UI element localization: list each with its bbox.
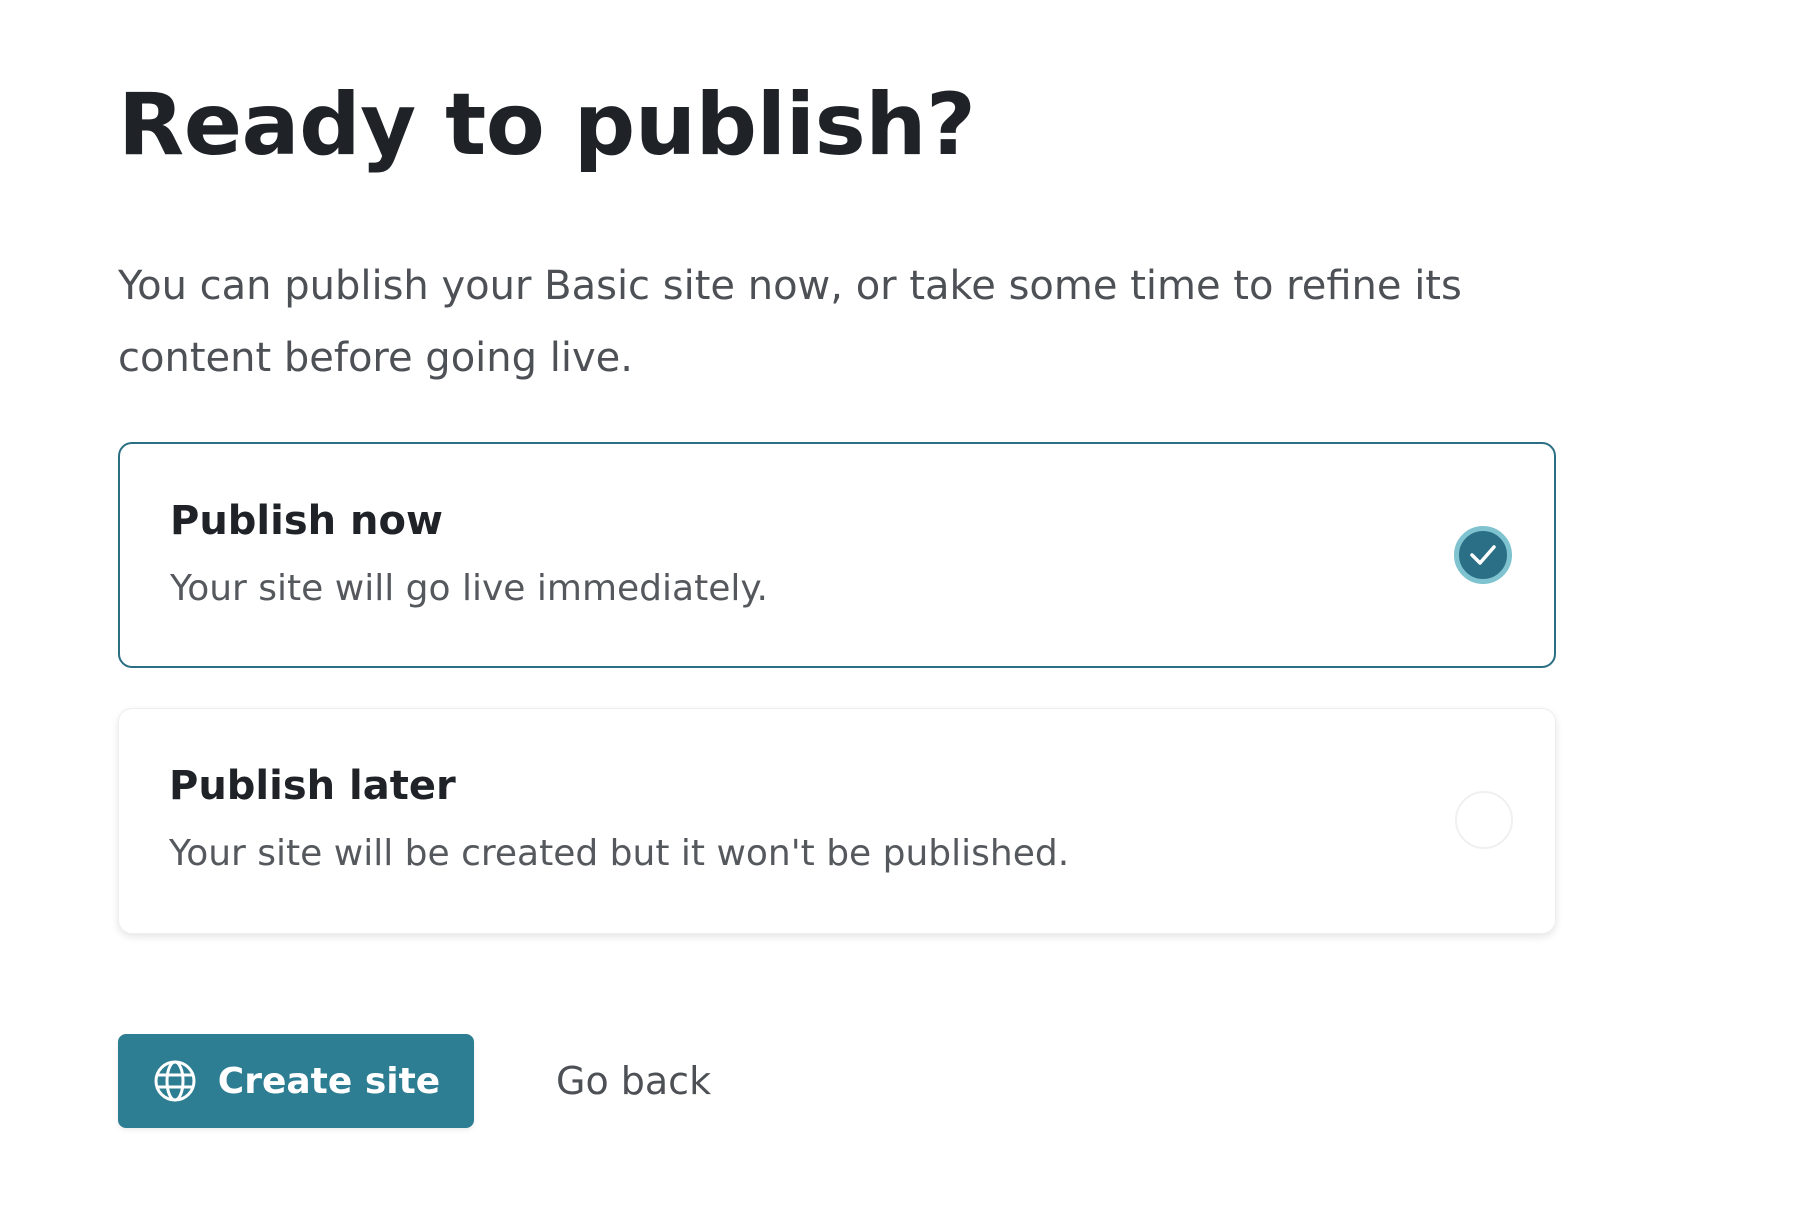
publish-dialog: Ready to publish? You can publish your B… (0, 0, 1815, 1223)
option-title: Publish now (170, 498, 443, 544)
publish-now-option[interactable]: Publish now Your site will go live immed… (118, 442, 1556, 668)
option-description: Your site will be created but it won't b… (169, 833, 1070, 874)
create-site-button[interactable]: Create site (118, 1034, 474, 1128)
check-icon (1470, 545, 1496, 565)
radio-checked-icon[interactable] (1454, 526, 1512, 584)
option-description: Your site will go live immediately. (170, 568, 768, 609)
page-subtitle: You can publish your Basic site now, or … (118, 263, 1462, 381)
create-site-label: Create site (217, 1060, 441, 1102)
radio-unchecked-icon[interactable] (1455, 791, 1513, 849)
option-title: Publish later (169, 763, 456, 809)
go-back-button[interactable]: Go back (556, 1050, 711, 1112)
publish-later-option[interactable]: Publish later Your site will be created … (118, 708, 1556, 934)
page-title: Ready to publish? (118, 75, 976, 175)
globe-icon (154, 1060, 196, 1102)
